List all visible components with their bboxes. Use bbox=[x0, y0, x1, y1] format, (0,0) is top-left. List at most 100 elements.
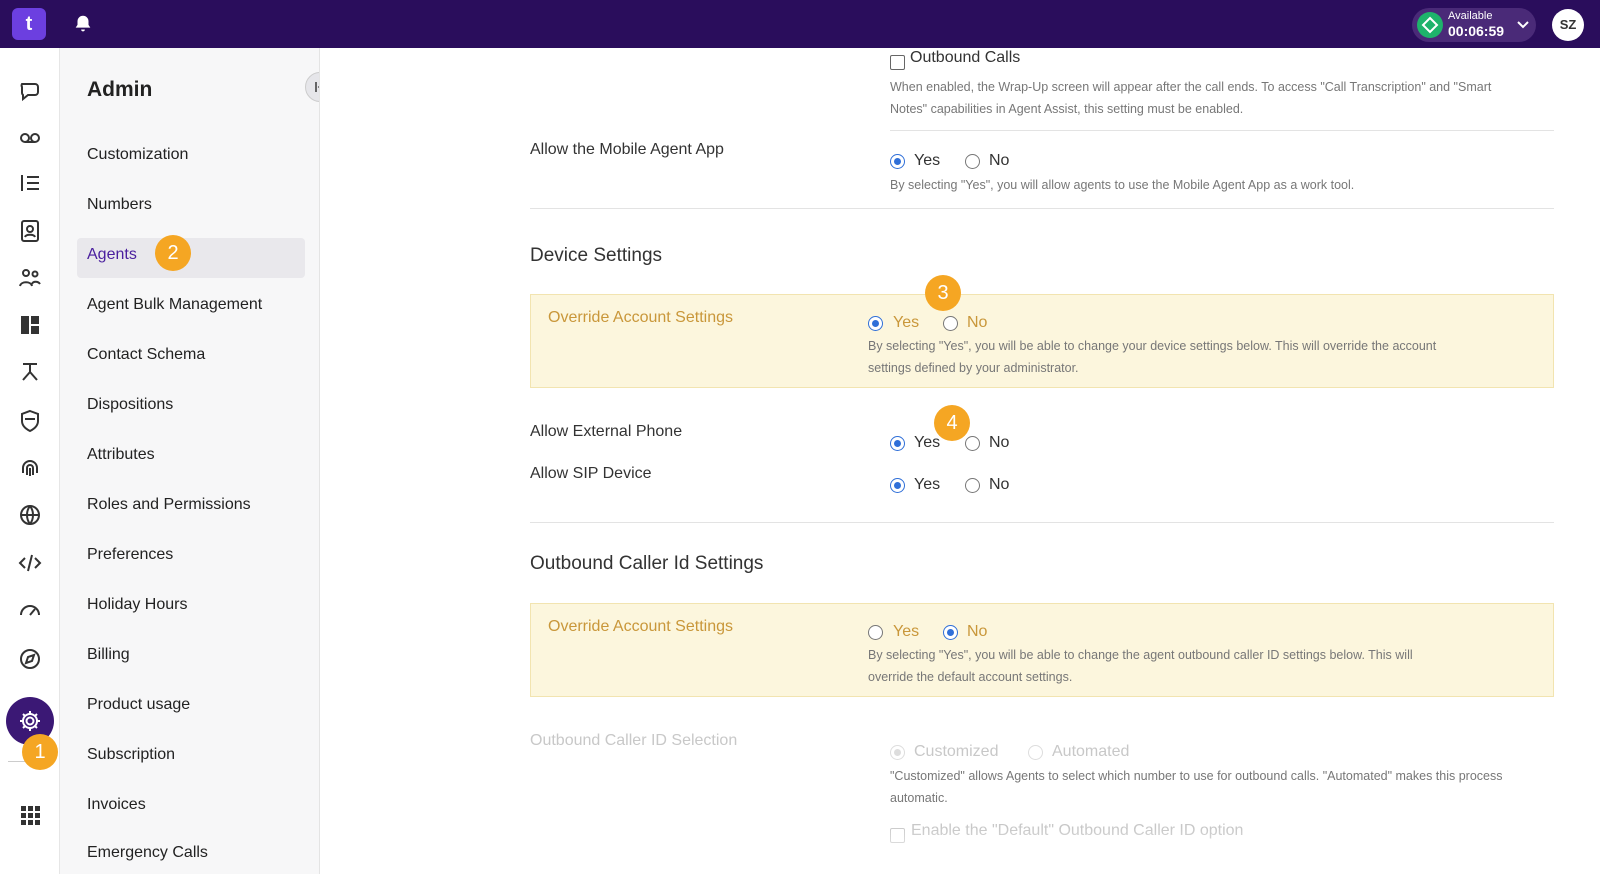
device-override-label: Override Account Settings bbox=[548, 309, 733, 326]
external-phone-yes-label: Yes bbox=[914, 434, 941, 451]
apps-grid-icon[interactable] bbox=[15, 800, 45, 830]
device-override-help-line-2: settings defined by your administrator. bbox=[868, 361, 1079, 375]
caller-id-override-help-line-1: By selecting "Yes", you will be able to … bbox=[868, 648, 1413, 662]
caller-id-override-help: By selecting "Yes", you will be able to … bbox=[868, 644, 1413, 688]
available-status-icon bbox=[1417, 12, 1443, 38]
device-override-yes-radio[interactable] bbox=[868, 316, 883, 331]
caller-id-override-no-label: No bbox=[967, 623, 988, 640]
caller-id-customized-radio bbox=[890, 745, 905, 760]
sip-device-no-label: No bbox=[989, 476, 1010, 493]
mobile-app-yes-label: Yes bbox=[914, 152, 941, 169]
compass-icon[interactable] bbox=[15, 644, 45, 674]
app-logo[interactable]: t bbox=[12, 8, 46, 40]
sidebar-item-numbers[interactable]: Numbers bbox=[87, 196, 152, 214]
sidebar-item-agents[interactable]: Agents bbox=[87, 246, 137, 264]
top-bar: t Available 00:06:59 SZ bbox=[0, 0, 1600, 48]
caller-id-override-label: Override Account Settings bbox=[548, 618, 733, 635]
caller-id-selection-label: Outbound Caller ID Selection bbox=[530, 732, 738, 749]
list-icon[interactable] bbox=[15, 168, 45, 198]
team-icon[interactable] bbox=[15, 263, 45, 293]
caller-id-customized-label: Customized bbox=[914, 743, 999, 760]
sip-device-yes-label: Yes bbox=[914, 476, 941, 493]
admin-sidebar: Admin Customization Numbers Agents Agent… bbox=[60, 48, 320, 874]
divider bbox=[530, 208, 1554, 209]
device-override-no-label: No bbox=[967, 314, 988, 331]
main-content: Outbound Calls When enabled, the Wrap-Up… bbox=[320, 48, 1600, 874]
sidebar-item-billing[interactable]: Billing bbox=[87, 646, 130, 664]
callout-badge-1: 1 bbox=[22, 734, 58, 770]
external-phone-no-radio[interactable] bbox=[965, 436, 980, 451]
callout-badge-3: 3 bbox=[925, 275, 961, 311]
sidebar-item-dispositions[interactable]: Dispositions bbox=[87, 396, 173, 414]
mobile-app-no-label: No bbox=[989, 152, 1010, 169]
device-override-box: Override Account Settings Yes No By sele… bbox=[530, 294, 1554, 388]
collapse-left-icon bbox=[315, 82, 319, 92]
sidebar-item-preferences[interactable]: Preferences bbox=[87, 546, 173, 564]
chat-bubble-icon[interactable] bbox=[15, 76, 45, 106]
sidebar-item-product-usage[interactable]: Product usage bbox=[87, 696, 190, 714]
external-phone-yes-radio[interactable] bbox=[890, 436, 905, 451]
caller-id-selection-help: "Customized" allows Agents to select whi… bbox=[890, 765, 1503, 809]
status-selector[interactable]: Available 00:06:59 bbox=[1412, 8, 1536, 42]
sidebar-item-customization[interactable]: Customization bbox=[87, 146, 188, 164]
status-timer: 00:06:59 bbox=[1448, 23, 1505, 39]
mobile-agent-app-label: Allow the Mobile Agent App bbox=[530, 141, 724, 158]
outbound-calls-checkbox[interactable] bbox=[890, 55, 905, 70]
status-label: Available bbox=[1448, 10, 1493, 22]
mobile-app-help: By selecting "Yes", you will allow agent… bbox=[890, 178, 1355, 192]
mobile-app-yes-radio[interactable] bbox=[890, 154, 905, 169]
caller-id-override-help-line-2: override the default account settings. bbox=[868, 670, 1073, 684]
caller-id-settings-title: Outbound Caller Id Settings bbox=[530, 553, 764, 574]
sidebar-item-emergency-calls[interactable]: Emergency Calls bbox=[87, 844, 208, 862]
device-settings-title: Device Settings bbox=[530, 245, 663, 266]
sidebar-title: Admin bbox=[87, 78, 153, 101]
callout-badge-2: 2 bbox=[155, 235, 191, 271]
dashboard-icon[interactable] bbox=[15, 310, 45, 340]
voicemail-icon[interactable] bbox=[15, 122, 45, 152]
caller-id-override-yes-radio[interactable] bbox=[868, 625, 883, 640]
sidebar-item-subscription[interactable]: Subscription bbox=[87, 746, 175, 764]
sip-device-label: Allow SIP Device bbox=[530, 465, 652, 482]
fingerprint-icon[interactable] bbox=[15, 453, 45, 483]
outbound-calls-help-line-2: Notes" capabilities in Agent Assist, thi… bbox=[890, 102, 1244, 116]
settings-icon[interactable] bbox=[15, 706, 45, 736]
device-override-yes-label: Yes bbox=[893, 314, 920, 331]
external-phone-label: Allow External Phone bbox=[530, 423, 683, 440]
speedometer-icon[interactable] bbox=[15, 594, 45, 624]
caller-id-selection-help-line-2: automatic. bbox=[890, 791, 948, 805]
caller-id-override-box: Override Account Settings Yes No By sele… bbox=[530, 603, 1554, 697]
caller-id-override-yes-label: Yes bbox=[893, 623, 920, 640]
notifications-bell-icon[interactable] bbox=[72, 13, 94, 35]
callout-badge-4: 4 bbox=[934, 405, 970, 441]
sidebar-item-attributes[interactable]: Attributes bbox=[87, 446, 155, 464]
sip-device-no-radio[interactable] bbox=[965, 478, 980, 493]
device-override-help-line-1: By selecting "Yes", you will be able to … bbox=[868, 339, 1437, 353]
logo-text: t bbox=[25, 13, 33, 35]
code-icon[interactable] bbox=[15, 548, 45, 578]
user-avatar[interactable]: SZ bbox=[1552, 9, 1584, 41]
outbound-calls-help-line-1: When enabled, the Wrap-Up screen will ap… bbox=[890, 80, 1492, 94]
flow-icon[interactable] bbox=[15, 358, 45, 388]
shield-icon[interactable] bbox=[15, 406, 45, 436]
scroll-fade bbox=[320, 828, 1600, 874]
device-override-help: By selecting "Yes", you will be able to … bbox=[868, 335, 1436, 379]
sidebar-item-agent-bulk-management[interactable]: Agent Bulk Management bbox=[87, 296, 262, 314]
caller-id-automated-label: Automated bbox=[1052, 743, 1130, 760]
sip-device-yes-radio[interactable] bbox=[890, 478, 905, 493]
caller-id-automated-radio bbox=[1028, 745, 1043, 760]
sidebar-item-roles-and-permissions[interactable]: Roles and Permissions bbox=[87, 496, 251, 514]
sidebar-item-holiday-hours[interactable]: Holiday Hours bbox=[87, 596, 187, 614]
collapse-sidebar-button[interactable] bbox=[305, 72, 319, 102]
caller-id-override-no-radio[interactable] bbox=[943, 625, 958, 640]
divider bbox=[890, 130, 1554, 131]
device-override-no-radio[interactable] bbox=[943, 316, 958, 331]
caller-id-selection-help-line-1: "Customized" allows Agents to select whi… bbox=[890, 769, 1503, 783]
external-phone-no-label: No bbox=[989, 434, 1010, 451]
globe-icon[interactable] bbox=[15, 500, 45, 530]
divider bbox=[530, 522, 1554, 523]
sidebar-item-invoices[interactable]: Invoices bbox=[87, 796, 146, 814]
chevron-down-icon bbox=[1516, 18, 1530, 32]
contacts-icon[interactable] bbox=[15, 216, 45, 246]
sidebar-item-contact-schema[interactable]: Contact Schema bbox=[87, 346, 205, 364]
mobile-app-no-radio[interactable] bbox=[965, 154, 980, 169]
